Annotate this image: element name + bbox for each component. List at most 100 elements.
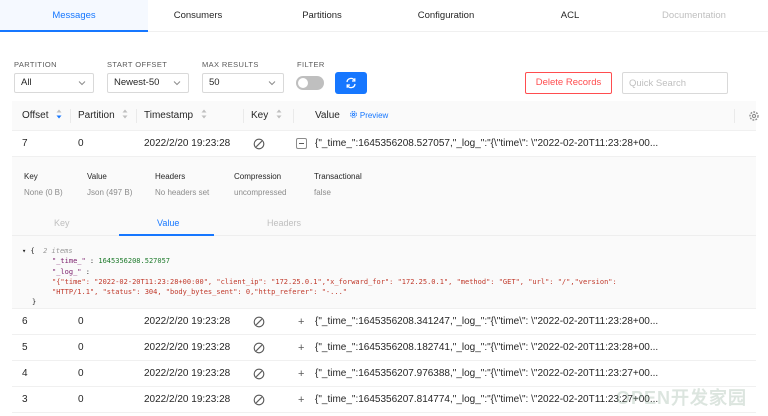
no-key-icon xyxy=(253,342,265,354)
column-offset[interactable]: Offset xyxy=(22,101,62,131)
cell-offset: 6 xyxy=(22,316,28,327)
no-key-icon xyxy=(253,368,265,380)
meta-transactional-heading: Transactional xyxy=(314,172,362,181)
no-key-icon xyxy=(253,394,265,406)
refresh-button[interactable] xyxy=(335,72,367,94)
cell-timestamp: 2022/2/20 19:23:28 xyxy=(144,394,231,405)
json-root-line: ▾ { 2 items xyxy=(22,246,73,256)
max-results-value: 50 xyxy=(209,77,220,88)
start-offset-select[interactable]: Newest-50 xyxy=(107,73,189,93)
expand-row-button[interactable]: + xyxy=(298,309,304,335)
meta-compression-value: uncompressed xyxy=(234,188,287,197)
tab-configuration[interactable]: Configuration xyxy=(396,0,496,32)
column-divider xyxy=(136,109,137,123)
quick-search-input[interactable] xyxy=(622,72,728,94)
meta-headers-heading: Headers xyxy=(155,172,186,181)
partition-value: All xyxy=(21,77,32,88)
json-key: "_time_" xyxy=(52,257,86,265)
cell-timestamp: 2022/2/20 19:23:28 xyxy=(144,368,231,379)
json-string-value-line2: "HTTP/1.1", "status": 304, "body_bytes_s… xyxy=(52,288,348,296)
cell-partition: 0 xyxy=(78,342,84,353)
table-header: Offset Partition Timestamp Key Value Pre… xyxy=(12,101,759,131)
toggle-knob xyxy=(298,78,308,88)
no-key-icon xyxy=(253,316,265,328)
column-divider xyxy=(243,109,244,123)
meta-key-value: None (0 B) xyxy=(24,188,63,197)
tab-acl[interactable]: ACL xyxy=(520,0,620,32)
sort-icon xyxy=(201,109,207,119)
cell-value: {"_time_":1645356208.341247,"_log_":"{\"… xyxy=(315,316,659,327)
meta-key-heading: Key xyxy=(24,172,38,181)
column-partition-label: Partition xyxy=(78,110,115,121)
tab-partitions[interactable]: Partitions xyxy=(272,0,372,32)
tab-consumers[interactable]: Consumers xyxy=(148,0,248,32)
max-results-select[interactable]: 50 xyxy=(202,73,284,93)
start-offset-value: Newest-50 xyxy=(114,77,160,88)
tab-messages[interactable]: Messages xyxy=(0,0,148,32)
json-number-value: 1645356208.527057 xyxy=(98,257,171,265)
detail-tab-headers[interactable]: Headers xyxy=(267,218,301,228)
column-timestamp-label: Timestamp xyxy=(144,110,194,121)
preview-link[interactable]: Preview xyxy=(349,111,388,120)
cell-offset: 4 xyxy=(22,368,28,379)
cell-timestamp: 2022/2/20 19:23:28 xyxy=(144,342,231,353)
watermark: OPEN开发家园 xyxy=(616,388,748,408)
table-row[interactable]: 6 0 2022/2/20 19:23:28 + {"_time_":16453… xyxy=(12,309,756,335)
column-timestamp[interactable]: Timestamp xyxy=(144,101,207,131)
table-row[interactable]: 5 0 2022/2/20 19:23:28 + {"_time_":16453… xyxy=(12,335,756,361)
column-offset-label: Offset xyxy=(22,110,49,121)
expand-caret-icon[interactable]: ▾ xyxy=(22,247,26,255)
max-results-label: MAX RESULTS xyxy=(202,60,259,69)
chevron-down-icon xyxy=(173,81,181,86)
table-row[interactable]: 7 0 2022/2/20 19:23:28 {"_time_":1645356… xyxy=(12,131,756,157)
meta-value-heading: Value xyxy=(87,172,107,181)
filter-label: FILTER xyxy=(297,60,325,69)
start-offset-label: START OFFSET xyxy=(107,60,168,69)
partition-select[interactable]: All xyxy=(14,73,94,93)
refresh-icon xyxy=(346,77,356,89)
collapse-row-button[interactable] xyxy=(296,138,307,149)
meta-transactional-value: false xyxy=(314,188,331,197)
json-key: "_log_" xyxy=(52,268,82,276)
json-string-value-line1: "{"time": "2022-02-20T11:23:28+00:00", "… xyxy=(52,278,617,286)
detail-tab-key[interactable]: Key xyxy=(54,218,70,228)
filter-toggle[interactable] xyxy=(296,76,324,90)
meta-value-value: Json (497 B) xyxy=(87,188,133,197)
column-key-label: Key xyxy=(251,110,269,121)
chevron-down-icon xyxy=(268,81,276,86)
sort-icon xyxy=(122,109,128,119)
column-value-label: Value xyxy=(315,110,340,121)
json-open-brace: { xyxy=(30,247,35,255)
chevron-down-icon xyxy=(78,81,86,86)
cell-offset: 7 xyxy=(22,138,28,149)
cell-timestamp: 2022/2/20 19:23:28 xyxy=(144,138,231,149)
json-item-count: 2 items xyxy=(43,247,73,255)
sort-icon xyxy=(276,109,282,119)
no-key-icon xyxy=(253,138,265,150)
cell-partition: 0 xyxy=(78,316,84,327)
tab-documentation: Documentation xyxy=(662,10,726,21)
settings-icon xyxy=(349,111,357,118)
active-tab-indicator xyxy=(119,234,214,236)
json-entry-log: "_log_" : xyxy=(52,268,90,276)
cell-partition: 0 xyxy=(78,394,84,405)
column-value: Value Preview xyxy=(315,101,388,131)
expand-row-button[interactable]: + xyxy=(298,387,304,413)
cell-value: {"_time_":1645356208.527057,"_log_":"{\"… xyxy=(315,138,659,149)
column-partition[interactable]: Partition xyxy=(78,101,128,131)
expand-row-button[interactable]: + xyxy=(298,361,304,387)
topic-tabs: Messages Consumers Partitions Configurat… xyxy=(0,0,768,32)
gear-icon[interactable] xyxy=(748,110,760,122)
cell-offset: 5 xyxy=(22,342,28,353)
column-key[interactable]: Key xyxy=(251,101,282,131)
expand-row-button[interactable]: + xyxy=(298,335,304,361)
json-close-brace: } xyxy=(32,298,37,306)
meta-headers-value: No headers set xyxy=(155,188,210,197)
json-entry-time: "_time_" : 1645356208.527057 xyxy=(52,257,171,265)
meta-compression-heading: Compression xyxy=(234,172,282,181)
delete-records-button[interactable]: Delete Records xyxy=(525,72,612,94)
cell-value: {"_time_":1645356208.182741,"_log_":"{\"… xyxy=(315,342,659,353)
column-divider xyxy=(293,109,294,123)
sort-icon xyxy=(56,109,62,119)
detail-tab-value[interactable]: Value xyxy=(157,218,179,228)
